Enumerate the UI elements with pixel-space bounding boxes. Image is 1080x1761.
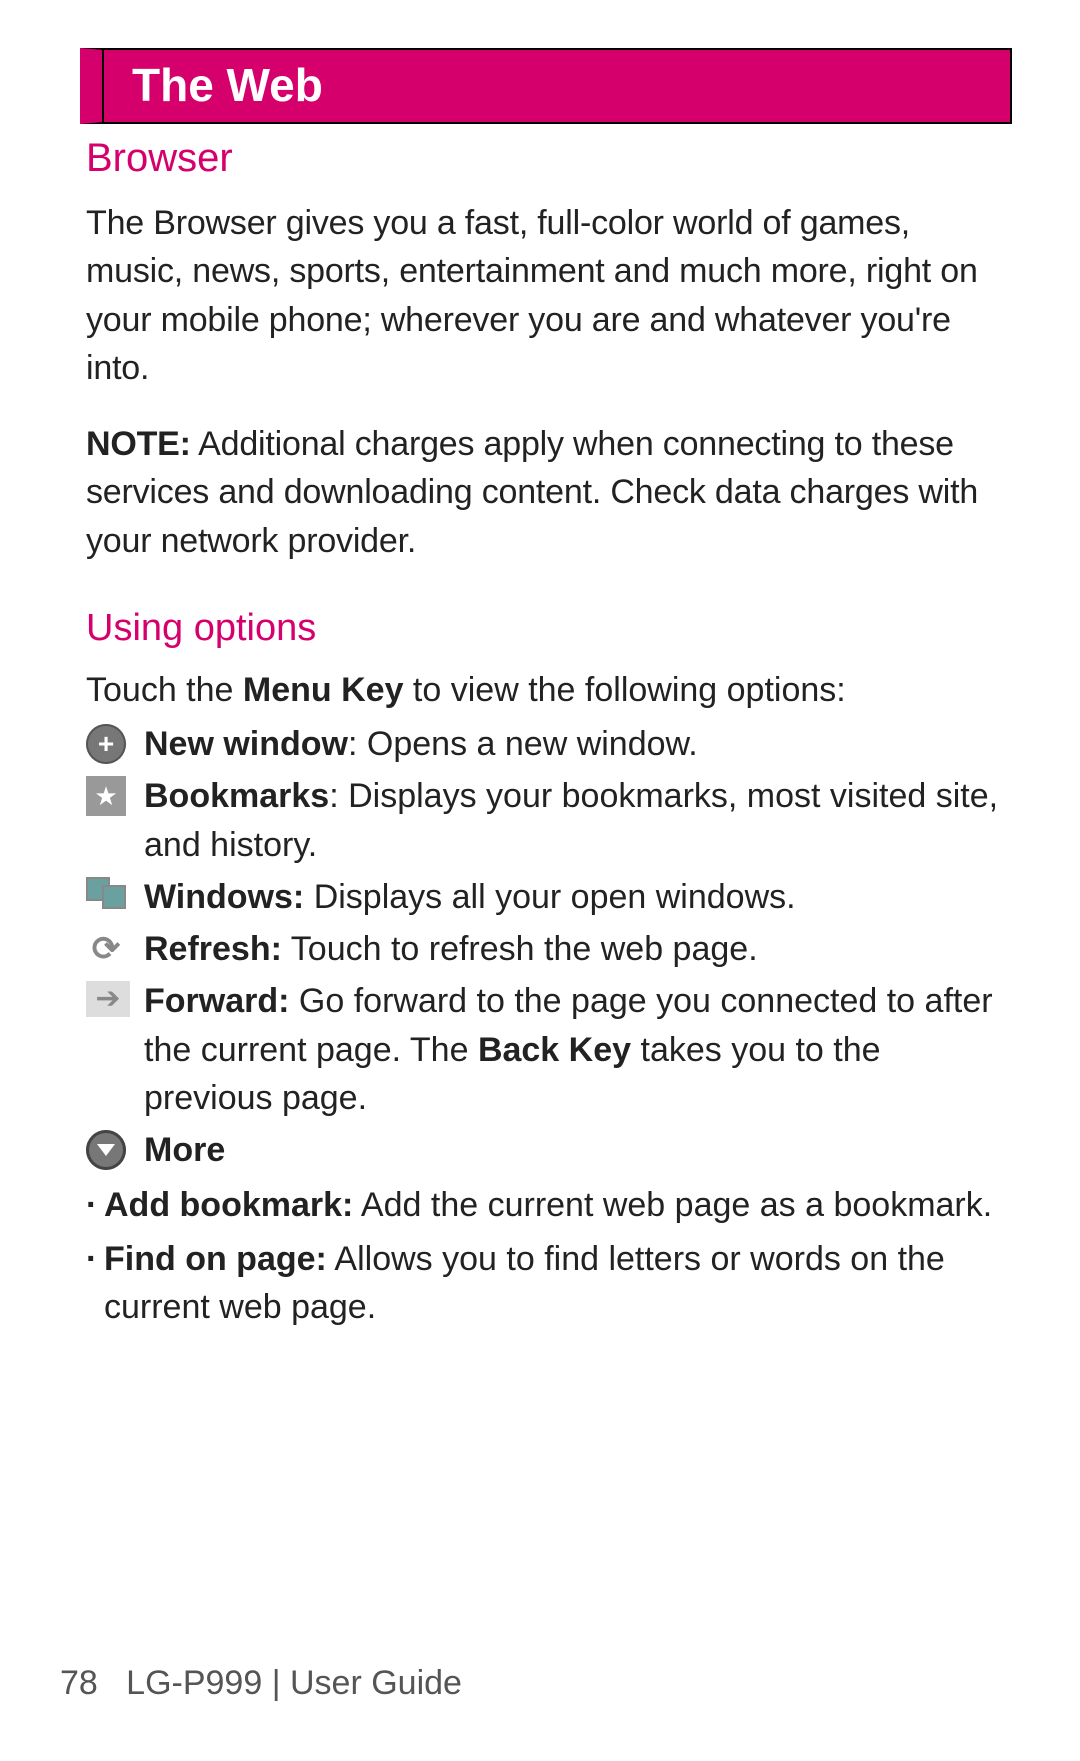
menu-key-label: Menu Key (243, 671, 404, 709)
option-desc: Displays all your open windows. (314, 878, 796, 916)
page-footer: 78 LG-P999 | User Guide (0, 1664, 1080, 1703)
device-model: LG-P999 (126, 1664, 262, 1702)
page-content: The Web Browser The Browser gives you a … (0, 0, 1080, 1331)
doc-title: User Guide (290, 1664, 462, 1702)
bullet-dot-icon: · (86, 1235, 104, 1283)
option-more: More (86, 1126, 1012, 1174)
note-label: NOTE: (86, 425, 191, 463)
option-bookmarks: ★ Bookmarks: Displays your bookmarks, mo… (86, 772, 1012, 869)
option-desc: Opens a new window. (367, 725, 698, 763)
option-desc: Touch to refresh the web page. (291, 930, 758, 968)
option-label: Refresh: (144, 930, 282, 968)
note-text: Additional charges apply when connecting… (86, 425, 978, 560)
bullet-desc: Add the current web page as a bookmark. (353, 1186, 992, 1224)
browser-note-paragraph: NOTE: Additional charges apply when conn… (86, 420, 1012, 565)
new-window-icon: + (86, 724, 132, 764)
forward-icon: ➔ (86, 981, 132, 1021)
option-forward: ➔ Forward: Go forward to the page you co… (86, 977, 1012, 1122)
more-icon (86, 1130, 132, 1170)
bullet-find-on-page: · Find on page: Allows you to find lette… (86, 1235, 1012, 1332)
option-refresh: ⟳ Refresh: Touch to refresh the web page… (86, 925, 1012, 973)
back-key-label: Back Key (478, 1031, 631, 1069)
bookmark-icon: ★ (86, 776, 132, 816)
option-label: More (144, 1131, 225, 1169)
section-heading-using-options: Using options (86, 607, 1012, 650)
option-new-window: + New window: Opens a new window. (86, 720, 1012, 768)
bullet-add-bookmark: · Add bookmark: Add the current web page… (86, 1181, 1012, 1229)
chapter-title: The Web (132, 58, 986, 112)
refresh-icon: ⟳ (86, 929, 132, 969)
option-label: Forward: (144, 982, 289, 1020)
options-intro-post: to view the following options: (403, 671, 845, 709)
page-number: 78 (60, 1664, 98, 1702)
chapter-header-bar: The Web (80, 48, 1012, 124)
option-label: New window (144, 725, 348, 763)
option-label: Windows: (144, 878, 304, 916)
footer-separator: | (262, 1664, 290, 1702)
bullet-label: Find on page: (104, 1240, 327, 1278)
bullet-label: Add bookmark: (104, 1186, 353, 1224)
browser-intro-paragraph: The Browser gives you a fast, full-color… (86, 199, 1012, 392)
option-label: Bookmarks (144, 777, 329, 815)
option-windows: Windows: Displays all your open windows. (86, 873, 1012, 921)
section-heading-browser: Browser (86, 136, 1012, 181)
bullet-dot-icon: · (86, 1181, 104, 1229)
windows-icon (86, 877, 132, 917)
options-intro-pre: Touch the (86, 671, 243, 709)
options-intro: Touch the Menu Key to view the following… (86, 666, 1012, 714)
